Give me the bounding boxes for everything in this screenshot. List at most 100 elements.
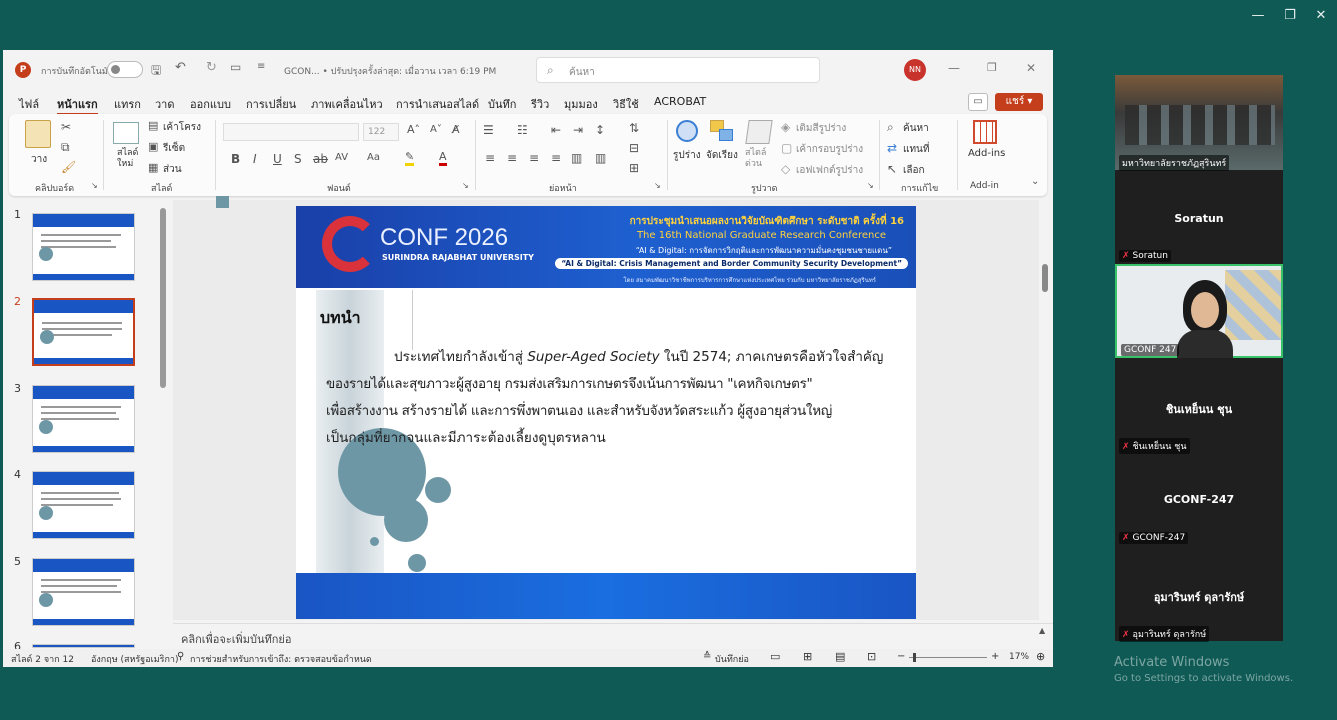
font-size-select[interactable]: 122 [363, 123, 399, 141]
new-slide-icon[interactable] [113, 122, 139, 144]
zoom-in-icon[interactable]: + [991, 651, 999, 662]
zoom-slider[interactable] [909, 653, 987, 662]
underline-icon[interactable]: U [273, 152, 282, 166]
shapes-icon[interactable] [676, 120, 698, 142]
align-left-icon[interactable]: ≡ [485, 151, 495, 165]
layout-label[interactable]: เค้าโครง [163, 120, 201, 135]
paste-label[interactable]: วาง [31, 152, 47, 167]
notes-toggle-icon[interactable]: ≙ [703, 651, 711, 662]
tab-view[interactable]: มุมมอง [564, 95, 598, 113]
shape-outline-icon[interactable]: ▢ [781, 141, 792, 155]
bullets-icon[interactable]: ☰ [483, 123, 494, 137]
arrange-label[interactable]: จัดเรียง [706, 148, 738, 163]
search-box[interactable]: ⌕ ค้นหา [536, 57, 820, 83]
normal-view-icon[interactable]: ▭ [770, 650, 780, 663]
grow-font-icon[interactable]: A˄ [407, 123, 420, 136]
replace-label[interactable]: แทนที่ [903, 142, 929, 157]
quick-styles-icon[interactable] [745, 120, 773, 144]
fit-to-window-icon[interactable]: ⊕ [1036, 650, 1045, 663]
slideshow-icon[interactable]: ⊡ [867, 650, 876, 663]
minimize-icon[interactable]: — [1248, 8, 1268, 23]
paragraph-launcher-icon[interactable]: ↘ [654, 181, 661, 190]
highlight-icon[interactable]: ✎ [405, 150, 415, 166]
clear-format-icon[interactable]: A̸ [452, 123, 460, 136]
columns-icon[interactable]: ▥ [595, 151, 606, 165]
tab-slideshow[interactable]: การนำเสนอสไลด์ [396, 95, 479, 113]
smartart-icon[interactable]: ⊞ [629, 161, 639, 175]
align-center-icon[interactable]: ≡ [507, 151, 517, 165]
format-painter-icon[interactable]: 🖌 [61, 160, 76, 174]
new-slide-label[interactable]: สไลด์ใหม่ [117, 148, 141, 170]
reset-label[interactable]: รีเซ็ต [163, 141, 185, 156]
justify-icon[interactable]: ≡ [551, 151, 561, 165]
slide-body-text[interactable]: ประเทศไทยกำลังเข้าสู่ Super-Aged Society… [326, 344, 906, 452]
paste-icon[interactable] [25, 120, 51, 148]
participant-tile-chin[interactable]: ชินเหย็นน ชุน ✗ ชินเหย็นน ชุน [1115, 358, 1283, 454]
ppt-restore-icon[interactable]: ❐ [987, 61, 997, 74]
shape-outline-label[interactable]: เค้ากรอบรูปร่าง [796, 142, 863, 157]
shape-fill-icon[interactable]: ◈ [781, 120, 790, 134]
accessibility-icon[interactable]: ⚲ [177, 651, 184, 662]
participant-tile-gconf247[interactable]: GCONF-247 ✗ GCONF-247 [1115, 452, 1283, 546]
present-icon[interactable]: ▭ [230, 60, 241, 74]
shapes-label[interactable]: รูปร่าง [673, 148, 701, 163]
cut-icon[interactable]: ✂ [61, 120, 71, 134]
close-icon[interactable]: ✕ [1311, 8, 1331, 23]
tab-home[interactable]: หน้าแรก [57, 95, 98, 115]
share-button[interactable]: แชร์ ▾ [995, 93, 1043, 111]
document-title[interactable]: GCON... • ปรับปรุงครั้งล่าสุด: เมื่อวาน … [284, 64, 496, 78]
participant-tile-umarin[interactable]: อุมารินทร์ ดุลารักษ์ ✗ อุมารินทร์ ดุลารัก… [1115, 546, 1283, 642]
ppt-close-icon[interactable]: ✕ [1026, 61, 1036, 75]
tab-acrobat[interactable]: ACROBAT [654, 95, 706, 108]
find-icon[interactable]: ⌕ [887, 120, 894, 135]
notes-pane[interactable]: คลิกเพื่อจะเพิ่มบันทึกย่อ ▲ [173, 623, 1053, 649]
decrease-indent-icon[interactable]: ⇤ [551, 123, 561, 137]
notes-scroll-icon[interactable]: ▲ [1039, 626, 1045, 635]
line-spacing-icon[interactable]: ↕ [595, 123, 605, 137]
slide-thumbnail-5[interactable] [32, 558, 135, 626]
zoom-level[interactable]: 17% [1009, 652, 1029, 662]
numbering-icon[interactable]: ☷ [517, 123, 528, 137]
redo-icon[interactable]: ↻ [206, 60, 217, 75]
tab-record[interactable]: บันทึก [488, 95, 516, 113]
select-label[interactable]: เลือก [903, 163, 925, 178]
slide-thumbnail-2[interactable] [32, 298, 135, 366]
offslide-shape[interactable] [216, 196, 229, 208]
canvas-scrollbar[interactable] [1041, 200, 1049, 620]
arrange-icon[interactable] [710, 120, 734, 142]
addins-label[interactable]: Add-ins [968, 148, 1005, 159]
font-color-icon[interactable]: A [439, 150, 447, 166]
thumbs-scrollbar[interactable] [159, 200, 167, 648]
align-right-icon[interactable]: ≡ [529, 151, 539, 165]
shape-fill-label[interactable]: เติมสีรูปร่าง [796, 121, 846, 136]
language-status[interactable]: อังกฤษ (สหรัฐอเมริกา) [91, 652, 179, 666]
reading-view-icon[interactable]: ▤ [835, 650, 845, 663]
collapse-ribbon-icon[interactable]: ⌄ [1031, 176, 1039, 187]
zoom-thumb[interactable] [913, 653, 916, 662]
font-launcher-icon[interactable]: ↘ [462, 181, 469, 190]
shape-effects-icon[interactable]: ◇ [781, 162, 790, 176]
save-icon[interactable]: 🖫 [151, 61, 161, 82]
shadow-icon[interactable]: S [294, 152, 302, 166]
tab-transitions[interactable]: การเปลี่ยน [246, 95, 296, 113]
tab-animations[interactable]: ภาพเคลื่อนไหว [311, 95, 383, 113]
participant-tile-gconf247-video[interactable]: GCONF 247 [1115, 264, 1283, 358]
font-name-select[interactable] [223, 123, 359, 141]
replace-icon[interactable]: ⇄ [887, 141, 897, 155]
participant-tile-soratun[interactable]: Soratun ✗ Soratun [1115, 170, 1283, 265]
select-icon[interactable]: ↖ [887, 162, 897, 176]
reset-icon[interactable]: ▣ [148, 140, 158, 153]
increase-indent-icon[interactable]: ⇥ [573, 123, 583, 137]
restore-icon[interactable]: ❐ [1280, 8, 1300, 23]
slide-thumbnail-3[interactable] [32, 385, 135, 453]
tab-insert[interactable]: แทรก [114, 95, 141, 113]
user-avatar[interactable]: NN [904, 59, 926, 81]
section-label[interactable]: ส่วน [163, 162, 182, 177]
quick-styles-label[interactable]: สไตล์ด่วน [745, 148, 775, 170]
change-case-icon[interactable]: Aa [367, 152, 380, 163]
layout-icon[interactable]: ▤ [148, 119, 158, 132]
accessibility-status[interactable]: การช่วยสำหรับการเข้าถึง: ตรวจสอบข้อกำหนด [190, 652, 372, 666]
slide-sorter-icon[interactable]: ⊞ [803, 650, 812, 663]
strikethrough-icon[interactable]: ab [313, 152, 328, 166]
tab-file[interactable]: ไฟล์ [19, 95, 39, 113]
